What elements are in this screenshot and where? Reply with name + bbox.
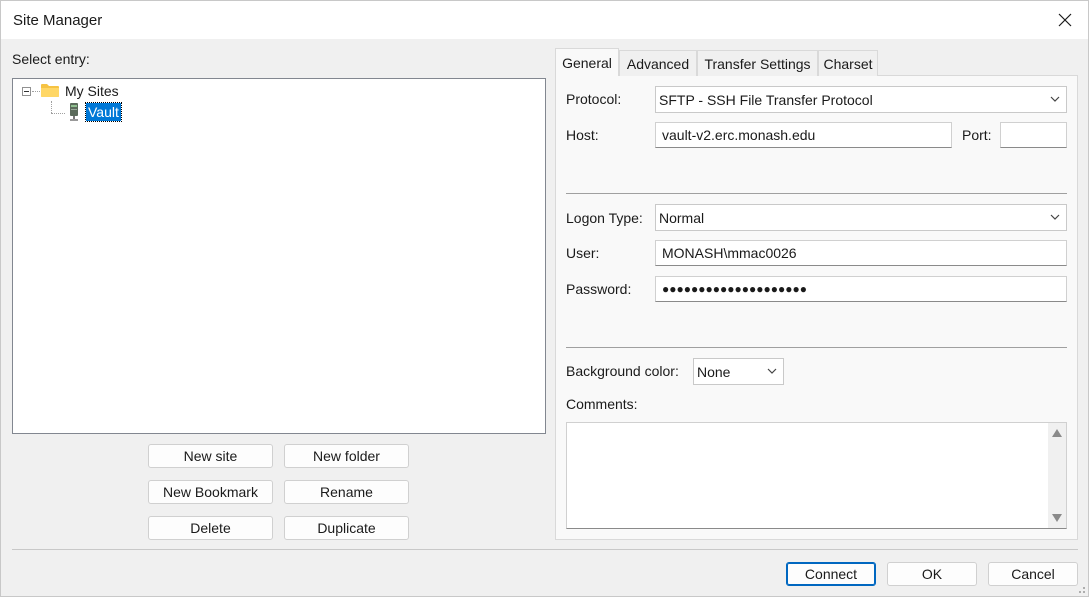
tab-transfer-settings[interactable]: Transfer Settings [697, 50, 818, 76]
window-title: Site Manager [13, 12, 103, 29]
cancel-button[interactable]: Cancel [988, 562, 1078, 586]
scroll-up-icon[interactable] [1052, 429, 1062, 437]
tab-advanced[interactable]: Advanced [619, 50, 697, 76]
title-bar: Site Manager [1, 1, 1088, 39]
chevron-down-icon [1050, 96, 1060, 102]
rename-button[interactable]: Rename [284, 480, 409, 504]
separator [566, 347, 1067, 348]
close-icon [1058, 13, 1072, 27]
port-input[interactable] [1000, 122, 1067, 148]
user-input[interactable]: MONASH\mmac0026 [655, 240, 1067, 266]
separator [566, 193, 1067, 194]
site-manager-dialog: Site Manager Select entry: My Sites Vaul… [0, 0, 1089, 597]
scroll-down-icon[interactable] [1052, 514, 1062, 522]
comments-scrollbar[interactable] [1048, 423, 1066, 528]
tab-general[interactable]: General [555, 48, 619, 76]
logon-type-label: Logon Type: [566, 210, 643, 226]
tree-item-my-sites[interactable]: My Sites [65, 83, 119, 99]
new-bookmark-button[interactable]: New Bookmark [148, 480, 273, 504]
comments-textarea[interactable] [566, 422, 1067, 529]
tree-connector [51, 113, 65, 114]
select-entry-label: Select entry: [12, 51, 90, 67]
site-tree[interactable]: My Sites Vault [12, 78, 546, 434]
server-icon [70, 103, 78, 121]
tab-charset[interactable]: Charset [818, 50, 878, 76]
port-label: Port: [962, 127, 992, 143]
tree-connector [51, 101, 52, 113]
comments-label: Comments: [566, 396, 638, 412]
connect-button[interactable]: Connect [786, 562, 876, 586]
logon-type-select[interactable]: Normal [655, 204, 1067, 231]
new-site-button[interactable]: New site [148, 444, 273, 468]
chevron-down-icon [767, 368, 777, 374]
background-color-label: Background color: [566, 363, 679, 379]
password-input[interactable]: ●●●●●●●●●●●●●●●●●●●● [655, 276, 1067, 302]
duplicate-button[interactable]: Duplicate [284, 516, 409, 540]
footer-separator [12, 549, 1078, 550]
new-folder-button[interactable]: New folder [284, 444, 409, 468]
resize-grip-icon[interactable] [1076, 584, 1086, 594]
protocol-select[interactable]: SFTP - SSH File Transfer Protocol [655, 86, 1067, 113]
protocol-label: Protocol: [566, 91, 622, 107]
host-input[interactable]: vault-v2.erc.monash.edu [655, 122, 952, 148]
folder-icon [41, 84, 59, 97]
password-label: Password: [566, 281, 632, 297]
logon-type-value: Normal [659, 209, 705, 226]
host-label: Host: [566, 127, 599, 143]
collapse-toggle[interactable] [22, 87, 31, 96]
close-button[interactable] [1042, 1, 1088, 39]
chevron-down-icon [1050, 214, 1060, 220]
ok-button[interactable]: OK [887, 562, 977, 586]
background-color-value: None [697, 363, 731, 380]
user-label: User: [566, 245, 600, 261]
tree-connector [32, 91, 40, 92]
delete-button[interactable]: Delete [148, 516, 273, 540]
protocol-value: SFTP - SSH File Transfer Protocol [659, 91, 873, 108]
background-color-select[interactable]: None [693, 358, 784, 385]
tree-item-vault[interactable]: Vault [85, 102, 122, 122]
